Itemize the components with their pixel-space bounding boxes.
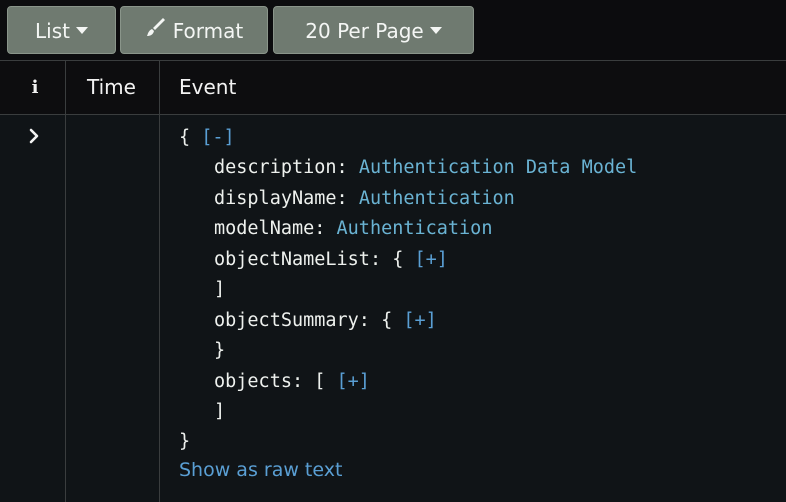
collapse-toggle[interactable]: [-] <box>201 127 234 148</box>
json-nested-field: objectNameList: { [+] <box>214 249 448 270</box>
json-open-line: { [-] <box>179 123 235 153</box>
json-close: ] <box>214 401 226 422</box>
paintbrush-icon <box>145 7 167 55</box>
table-header: i Time Event <box>0 61 786 115</box>
json-field: modelName: Authentication <box>214 218 493 239</box>
list-view-label: List <box>35 19 70 43</box>
json-close: ] <box>214 279 226 300</box>
format-button[interactable]: Format <box>120 6 268 54</box>
caret-down-icon <box>75 27 88 34</box>
format-label: Format <box>172 19 244 43</box>
table-row: { [-] description: Authentication Data M… <box>0 115 786 502</box>
info-icon[interactable]: i <box>28 77 42 99</box>
per-page-label: 20 Per Page <box>305 19 424 43</box>
column-header-time[interactable]: Time <box>87 61 136 114</box>
column-divider <box>159 61 160 502</box>
list-view-dropdown[interactable]: List <box>7 6 116 54</box>
json-close-line: } <box>179 427 190 457</box>
json-key: objectSummary <box>214 310 359 331</box>
json-key: modelName <box>214 218 315 239</box>
json-value[interactable]: Authentication <box>359 188 515 209</box>
results-toolbar: List Format 20 Per Page <box>0 0 786 60</box>
json-close-brace: } <box>179 431 191 452</box>
json-field: description: Authentication Data Model <box>214 157 638 178</box>
json-key: objects <box>214 371 292 392</box>
json-field: displayName: Authentication <box>214 188 515 209</box>
show-raw-text-link[interactable]: Show as raw text <box>179 456 342 484</box>
json-key: objectNameList <box>214 249 370 270</box>
json-close: } <box>214 340 226 361</box>
json-nested-field: objects: [ [+] <box>214 371 370 392</box>
search-results-panel: List Format 20 Per Page i Time Event {[… <box>0 0 786 502</box>
caret-down-icon <box>429 27 442 34</box>
per-page-dropdown[interactable]: 20 Per Page <box>273 6 474 54</box>
expand-toggle[interactable]: [+] <box>403 310 436 331</box>
expand-toggle[interactable]: [+] <box>415 249 448 270</box>
column-header-event[interactable]: Event <box>179 61 236 114</box>
column-divider <box>65 61 66 502</box>
json-key: description <box>214 157 337 178</box>
json-value[interactable]: Authentication <box>337 218 493 239</box>
json-value[interactable]: Authentication Data Model <box>359 157 637 178</box>
results-table: i Time Event { [-] description: Authenti… <box>0 60 786 502</box>
json-open-brace: { <box>179 127 191 148</box>
json-key: displayName <box>214 188 337 209</box>
expand-toggle[interactable]: [+] <box>337 371 370 392</box>
chevron-right-icon[interactable] <box>26 123 44 149</box>
json-nested-field: objectSummary: { [+] <box>214 310 437 331</box>
